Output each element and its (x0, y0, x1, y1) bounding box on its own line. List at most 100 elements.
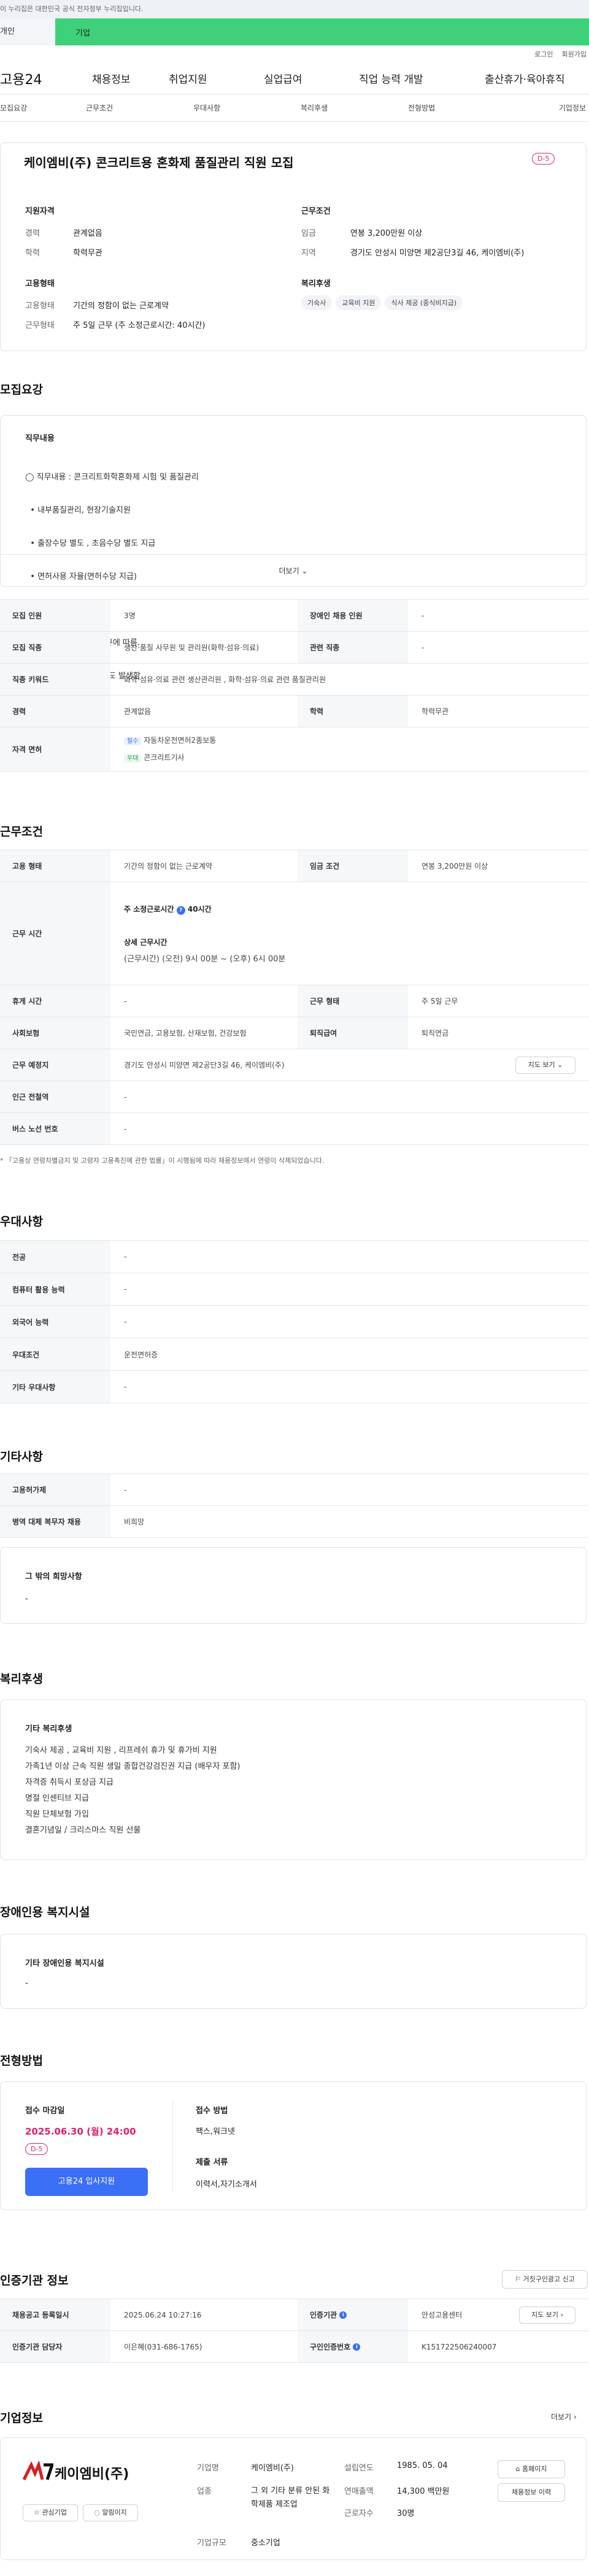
subtab-preference[interactable]: 우대사항 (193, 103, 301, 113)
alarm-button[interactable]: ◌ 알림이지 (83, 2504, 138, 2521)
th: 병역 대체 복무자 채용 (0, 1506, 110, 1537)
job-summary-card: 케이엠비(주) 콘크리트용 혼화제 품질관리 직원 모집 D-5 지원자격 경력… (0, 142, 587, 351)
th: 근무 예정지 (0, 1049, 110, 1080)
logo[interactable]: 고용24 (0, 69, 92, 88)
report-button[interactable]: ⚐ 거짓구인광고 신고 (502, 2270, 588, 2289)
table-row: 병역 대체 복무자 채용 비희망 (0, 1506, 589, 1538)
homepage-button[interactable]: ⌂ 홈페이지 (498, 2460, 565, 2478)
star-icon: ☆ (34, 2508, 40, 2516)
job-title: 케이엠비(주) 콘크리트용 혼화제 품질관리 직원 모집 (24, 155, 294, 170)
nav-unemployment-benefit[interactable]: 실업급여 (264, 71, 359, 86)
nav-jobs[interactable]: 채용정보 (92, 71, 169, 86)
apply-button[interactable]: 고용24 입사지원 (25, 2168, 148, 2196)
org-label: 인증기관 (310, 2311, 337, 2319)
login-link[interactable]: 로그인 (534, 49, 553, 59)
welfare-list: 기숙사 제공 , 교육비 지원 , 리프레쉬 휴가 및 휴가비 지원 가족1년 … (25, 1743, 240, 1839)
section-title-cert: 인증기관 정보 (0, 2274, 69, 2287)
th: 학력 (298, 696, 408, 727)
subtab-company[interactable]: 기업정보 (518, 103, 586, 113)
th: 직종 키워드 (0, 664, 110, 695)
home-icon: ⌂ (515, 2465, 520, 2473)
size-label: 기업규모 (197, 2539, 226, 2548)
gov-banner-text: 이 누리집은 대한민국 공식 전자정부 누리집입니다. (0, 5, 144, 13)
nav-job-training[interactable]: 직업 능력 개발 (359, 71, 485, 86)
work-title: 근무조건 (301, 207, 331, 216)
th: 인증기관 i (298, 2299, 408, 2330)
td: 주 5일 근무 (422, 997, 458, 1006)
favorite-button[interactable]: ☆ 관심기업 (23, 2504, 78, 2521)
deadline-value: 2025.06.30 (월) 24:00 (25, 2126, 136, 2137)
subtab-welfare[interactable]: 복리후생 (301, 103, 408, 113)
tab-personal[interactable]: 개인 (0, 18, 55, 45)
cert-no-label: 구인인증번호 (310, 2343, 351, 2351)
table-row: 직종 키워드 화학·섬유·의료 관련 생산관리원 , 화학·섬유·의료 관련 품… (0, 664, 589, 696)
subtab-recruit[interactable]: 모집요강 (0, 103, 86, 113)
section-title-recruit: 모집요강 (0, 383, 43, 397)
th: 자격 면허 (0, 727, 110, 771)
tab-company[interactable]: 기업 (55, 26, 110, 38)
subtab-screening[interactable]: 전형방법 (408, 103, 518, 113)
util-bar: 로그인 회원가입 (0, 45, 589, 63)
work-form-label: 근무형태 (25, 321, 55, 330)
region-label: 지역 (301, 249, 316, 258)
report-icon: ⚐ (515, 2275, 521, 2283)
chevron-down-icon: ⌄ (301, 567, 308, 575)
homepage-label: 홈페이지 (522, 2465, 547, 2473)
desc-line: • 출장수당 별도 , 초음수당 별도 지급 (25, 539, 156, 548)
job-history-button[interactable]: 채용정보 이력 (498, 2483, 565, 2502)
nav-maternity-leave[interactable]: 출산휴가·육아휴직 (485, 71, 586, 86)
dday-badge: D-5 (25, 2143, 48, 2155)
th: 고용허가제 (0, 1474, 110, 1505)
table-row: 사회보험 국민연금, 고용보험, 산재보험, 건강보험 퇴직급여 퇴직연금 (0, 1017, 589, 1049)
desc-line: ◯ 직무내용 : 콘크리트화학혼화제 시험 및 품질관리 (25, 473, 199, 482)
td: 기간의 정함이 없는 근로계약 (124, 862, 212, 871)
th: 경력 (0, 696, 110, 727)
disability-title: 기타 장애인용 복지시설 (25, 1959, 104, 1968)
license-name: 콘크리트기사 (144, 753, 185, 762)
required-tag: 필수 (124, 737, 142, 745)
report-label: 거짓구인광고 신고 (523, 2275, 575, 2283)
td: - (124, 996, 127, 1006)
region-value: 경기도 안성시 미양면 제2공단3길 46, 케이엠비(주) (350, 249, 525, 258)
sales-value: 14,300 백만원 (397, 2487, 450, 2496)
table-row: 채용공고 등록일시 2025.06.24 10:27:16 인증기관 i 안성고… (0, 2299, 589, 2331)
gov-banner: 이 누리집은 대한민국 공식 전자정부 누리집입니다. (0, 0, 589, 18)
chevron-down-icon: ⌄ (557, 1061, 563, 1069)
license-name: 자동차운전면허2종보통 (144, 735, 217, 745)
th: 전공 (0, 1241, 110, 1273)
emp-title: 고용형태 (25, 279, 55, 289)
info-icon[interactable]: i (353, 2343, 361, 2351)
td: 비희망 (124, 1518, 145, 1526)
docs-title: 제출 서류 (196, 2158, 228, 2167)
welfare-chips: 기숙사 교육비 지원 식사 제공 (중식비지급) (301, 295, 466, 310)
map-button[interactable]: 지도 보기 ⌄ (515, 1057, 576, 1074)
th: 모집 인원 (0, 600, 110, 631)
job-desc-title: 직무내용 (25, 434, 55, 443)
desc-line: • 내부품질관리, 현장기술지원 (25, 506, 131, 515)
th: 사회보험 (0, 1017, 110, 1049)
subtab-conditions[interactable]: 근무조건 (86, 103, 193, 113)
th: 인증기관 담당자 (0, 2331, 110, 2362)
org-map-button[interactable]: 지도 보기 › (519, 2306, 576, 2324)
td: 안성고용센터 (422, 2311, 463, 2319)
th: 모집 직종 (0, 632, 110, 663)
table-row: 자격 면허 필수 자동차운전면허2종보통 우대 콘크리트기사 (0, 727, 589, 772)
welfare-line: 기숙사 제공 , 교육비 지원 , 리프레쉬 휴가 및 휴가비 지원 (25, 1746, 217, 1755)
recruit-table: 모집 인원 3명 장애인 채용 인원 - 모집 직종 생산·품질 사무원 및 관… (0, 599, 589, 772)
info-icon[interactable]: ? (176, 906, 185, 915)
section-title-conditions: 근무조건 (0, 825, 43, 839)
nav-employment-support[interactable]: 취업지원 (169, 71, 264, 86)
license-list: 필수 자동차운전면허2종보통 우대 콘크리트기사 (110, 732, 216, 767)
work-time-detail: 주 소정근로시간 ? 40시간 상세 근무시간 (근무시간) (오전) 9시 0… (110, 904, 285, 964)
more-button[interactable]: 더보기 ⌄ (1, 554, 586, 586)
th: 외국어 능력 (0, 1306, 110, 1338)
td: 2025.06.24 10:27:16 (124, 2310, 202, 2319)
welfare-line: 명절 인센티브 지급 (25, 1794, 89, 1803)
info-icon[interactable]: i (339, 2311, 347, 2319)
welfare-line: 가족1년 이상 근속 직원 생일 종합건강검진권 지급 (배우자 포함) (25, 1762, 241, 1771)
section-title-screening: 전형방법 (0, 2054, 43, 2068)
company-more-link[interactable]: 더보기 › (551, 2411, 577, 2422)
global-nav: 개인 기업 (0, 18, 589, 45)
join-link[interactable]: 회원가입 (562, 49, 587, 59)
hope-title: 그 밖의 희망사항 (25, 1572, 82, 1581)
